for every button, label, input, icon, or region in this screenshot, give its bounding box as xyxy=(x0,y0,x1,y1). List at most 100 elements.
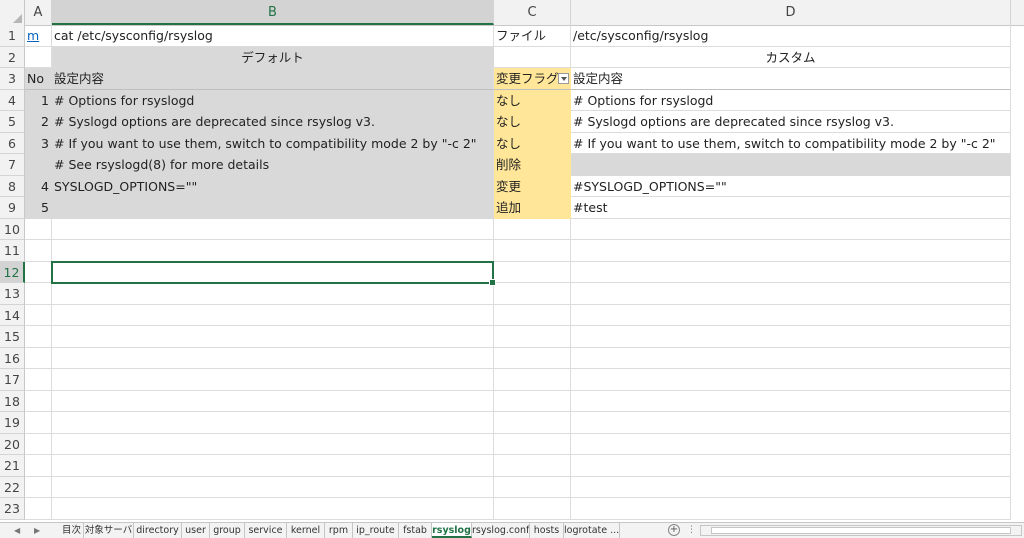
empty-cell[interactable] xyxy=(25,455,52,477)
custom-setting-cell[interactable]: # Syslogd options are deprecated since r… xyxy=(571,111,1011,133)
change-flag-cell[interactable]: 削除 xyxy=(494,154,571,176)
empty-cell[interactable] xyxy=(571,218,1011,240)
empty-cell[interactable] xyxy=(52,476,494,498)
empty-cell[interactable] xyxy=(25,412,52,434)
empty-cell[interactable] xyxy=(52,347,494,369)
sheet-tab-2[interactable]: directory xyxy=(134,523,182,538)
no-cell[interactable]: 5 xyxy=(25,197,52,219)
filter-dropdown-icon[interactable] xyxy=(558,73,569,84)
empty-cell[interactable] xyxy=(25,498,52,520)
change-flag-cell[interactable]: 変更 xyxy=(494,175,571,197)
row-header-14[interactable]: 14 xyxy=(0,304,25,326)
empty-cell[interactable] xyxy=(571,433,1011,455)
custom-setting-cell[interactable]: #test xyxy=(571,197,1011,219)
row-header-7[interactable]: 7 xyxy=(0,154,25,176)
custom-setting-cell[interactable]: #SYSLOGD_OPTIONS="" xyxy=(571,175,1011,197)
tab-bar-divider-icon[interactable]: ⋮ xyxy=(687,523,696,538)
empty-cell[interactable] xyxy=(571,283,1011,305)
empty-cell[interactable] xyxy=(494,261,571,283)
sheet-tab-9[interactable]: fstab xyxy=(399,523,432,538)
empty-cell[interactable] xyxy=(571,261,1011,283)
empty-cell[interactable] xyxy=(494,240,571,262)
empty-cell[interactable] xyxy=(494,283,571,305)
empty-cell[interactable] xyxy=(494,218,571,240)
sheet-tab-6[interactable]: kernel xyxy=(287,523,325,538)
sheet-tab-10[interactable]: rsyslog xyxy=(432,523,472,538)
sheet-tab-1[interactable]: 対象サーバ xyxy=(84,523,134,538)
empty-cell[interactable] xyxy=(494,498,571,520)
empty-cell[interactable] xyxy=(25,369,52,391)
cell-a2[interactable] xyxy=(25,46,52,68)
column-header-a[interactable]: A xyxy=(25,0,52,25)
cell-d2-custom-header[interactable]: カスタム xyxy=(571,46,1011,68)
no-cell[interactable]: 3 xyxy=(25,132,52,154)
empty-cell[interactable] xyxy=(571,326,1011,348)
horizontal-scrollbar[interactable] xyxy=(700,525,1022,536)
empty-cell[interactable] xyxy=(52,498,494,520)
sheet-tab-12[interactable]: hosts xyxy=(530,523,564,538)
row-header-4[interactable]: 4 xyxy=(0,89,25,111)
tab-scroll-left-icon[interactable]: ◀ xyxy=(14,523,20,538)
empty-cell[interactable] xyxy=(52,412,494,434)
empty-cell[interactable] xyxy=(494,347,571,369)
row-header-23[interactable]: 23 xyxy=(0,498,25,520)
empty-cell[interactable] xyxy=(571,476,1011,498)
add-sheet-icon[interactable]: + xyxy=(668,524,680,536)
cell-b1[interactable]: cat /etc/sysconfig/rsyslog xyxy=(52,25,494,47)
empty-cell[interactable] xyxy=(571,240,1011,262)
empty-cell[interactable] xyxy=(494,455,571,477)
empty-cell[interactable] xyxy=(571,498,1011,520)
empty-cell[interactable] xyxy=(52,455,494,477)
change-flag-cell[interactable]: なし xyxy=(494,89,571,111)
empty-cell[interactable] xyxy=(52,218,494,240)
empty-cell[interactable] xyxy=(52,390,494,412)
row-header-6[interactable]: 6 xyxy=(0,132,25,154)
sheet-tab-11[interactable]: rsyslog.conf xyxy=(472,523,530,538)
column-header-c[interactable]: C xyxy=(494,0,571,25)
default-setting-cell[interactable] xyxy=(52,197,494,219)
cell-c3-flag-header[interactable]: 変更フラグ xyxy=(494,68,571,90)
default-setting-cell[interactable]: # See rsyslogd(8) for more details xyxy=(52,154,494,176)
empty-cell[interactable] xyxy=(25,433,52,455)
select-all-corner[interactable] xyxy=(0,0,25,25)
empty-cell[interactable] xyxy=(571,347,1011,369)
no-cell[interactable]: 4 xyxy=(25,175,52,197)
sheet-tab-0[interactable]: 目次 xyxy=(60,523,84,538)
default-setting-cell[interactable]: # Options for rsyslogd xyxy=(52,89,494,111)
row-header-20[interactable]: 20 xyxy=(0,433,25,455)
empty-cell[interactable] xyxy=(52,304,494,326)
row-header-18[interactable]: 18 xyxy=(0,390,25,412)
empty-cell[interactable] xyxy=(25,390,52,412)
empty-cell[interactable] xyxy=(52,369,494,391)
empty-cell[interactable] xyxy=(25,261,52,283)
sheet-tab-5[interactable]: service xyxy=(245,523,287,538)
selected-cell-b12[interactable] xyxy=(51,261,496,286)
cell-c2[interactable] xyxy=(494,46,571,68)
empty-cell[interactable] xyxy=(571,390,1011,412)
no-cell[interactable]: 2 xyxy=(25,111,52,133)
empty-cell[interactable] xyxy=(494,412,571,434)
empty-cell[interactable] xyxy=(25,283,52,305)
tab-scroll-right-icon[interactable]: ▶ xyxy=(34,523,40,538)
sheet-tab-7[interactable]: rpm xyxy=(325,523,353,538)
row-header-3[interactable]: 3 xyxy=(0,68,25,90)
row-header-22[interactable]: 22 xyxy=(0,476,25,498)
spreadsheet-grid[interactable]: A B C D 1 2 3 4 5 6 7 8 9 10 11 12 13 14 15 16 17 18 19 20 2… xyxy=(0,0,1024,522)
row-header-8[interactable]: 8 xyxy=(0,175,25,197)
cell-a3-no-header[interactable]: No xyxy=(25,68,52,90)
sheet-tab-4[interactable]: group xyxy=(210,523,245,538)
empty-cell[interactable] xyxy=(494,326,571,348)
empty-cell[interactable] xyxy=(25,347,52,369)
empty-cell[interactable] xyxy=(571,412,1011,434)
sheet-tab-13[interactable]: logrotate ... xyxy=(564,523,620,538)
cell-c1[interactable]: ファイル xyxy=(494,25,571,47)
row-header-2[interactable]: 2 xyxy=(0,46,25,68)
row-header-21[interactable]: 21 xyxy=(0,455,25,477)
column-header-d[interactable]: D xyxy=(571,0,1011,25)
empty-cell[interactable] xyxy=(52,326,494,348)
empty-cell[interactable] xyxy=(52,283,494,305)
empty-cell[interactable] xyxy=(571,455,1011,477)
empty-cell[interactable] xyxy=(494,369,571,391)
no-cell[interactable]: 1 xyxy=(25,89,52,111)
default-setting-cell[interactable]: # Syslogd options are deprecated since r… xyxy=(52,111,494,133)
